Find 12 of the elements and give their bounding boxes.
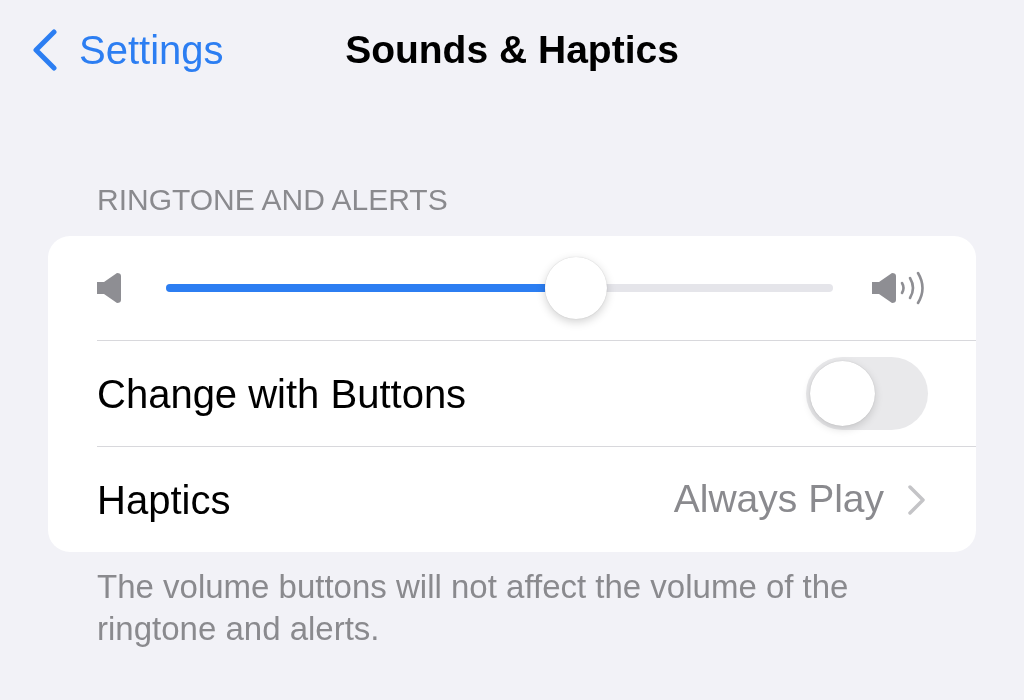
- footer-note: The volume buttons will not affect the volume of the ringtone and alerts.: [97, 567, 850, 649]
- back-button[interactable]: Settings: [33, 20, 224, 80]
- chevron-right-icon: [908, 484, 925, 515]
- row-label: Change with Buttons: [97, 370, 467, 418]
- settings-row[interactable]: Haptics Always Play: [97, 447, 976, 552]
- back-chevron-icon: [33, 29, 57, 71]
- page-title: Sounds & Haptics: [345, 26, 679, 73]
- speaker-low-icon: [97, 273, 121, 303]
- volume-slider-thumb[interactable]: [545, 257, 608, 319]
- row-value: Always Play: [673, 476, 884, 523]
- row-label: Haptics: [97, 476, 231, 524]
- section-header: RINGTONE AND ALERTS: [97, 182, 448, 218]
